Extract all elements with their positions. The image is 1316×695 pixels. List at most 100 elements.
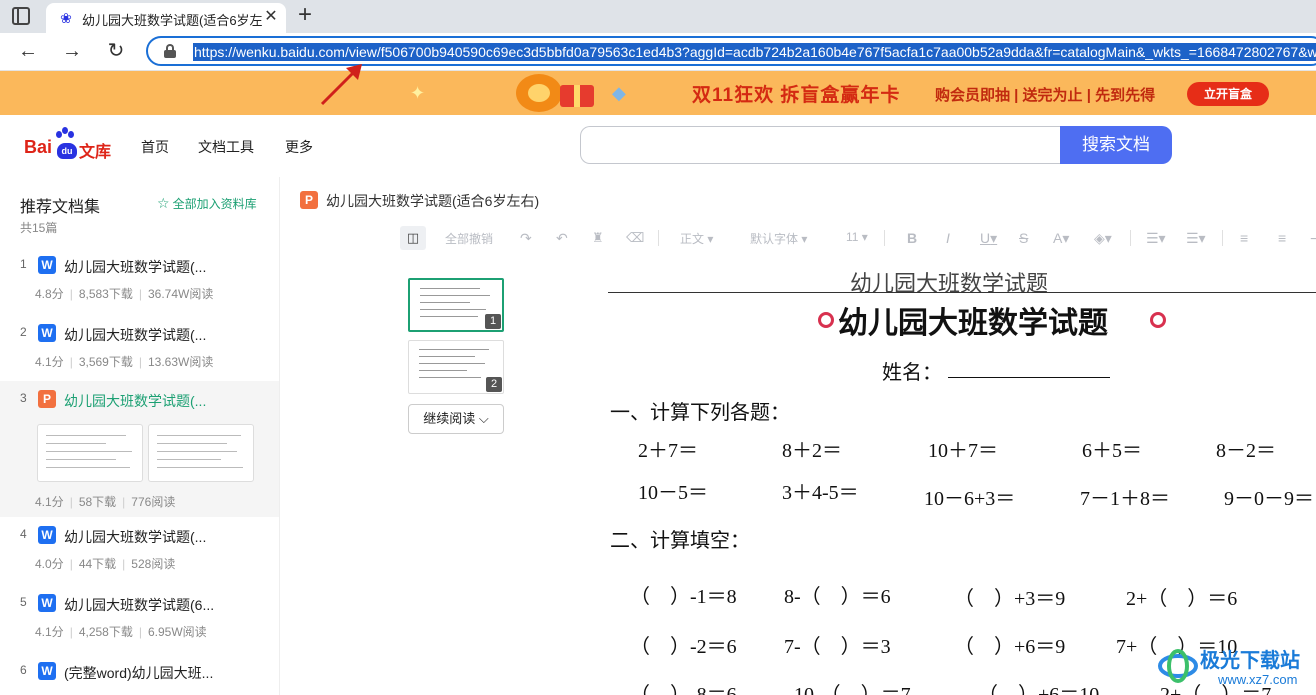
item-index: 6	[20, 663, 27, 677]
item-title[interactable]: 幼儿园大班数学试题(...	[64, 257, 206, 277]
font-size-label: 11	[846, 230, 859, 244]
line-spacing-icon[interactable]: ☰▾	[1186, 230, 1206, 247]
back-button[interactable]: ←	[16, 39, 40, 63]
page-number: 2	[486, 377, 502, 392]
baidu-wenku-logo[interactable]: Bai du 文库	[24, 127, 114, 167]
item-title[interactable]: 幼儿园大班数学试题(...	[64, 391, 206, 411]
redo-icon[interactable]: ↷	[520, 230, 532, 247]
toolbar-divider	[884, 230, 885, 246]
equation: 6＋5＝	[1082, 440, 1142, 462]
layout-toggle-icon[interactable]: ◫	[400, 226, 426, 250]
continue-reading-label: 继续阅读	[423, 411, 476, 426]
page-thumbnail[interactable]	[37, 424, 143, 482]
fill-blank: （ ）-8＝6	[630, 684, 737, 695]
browser-tab[interactable]: ❀ 幼儿园大班数学试题(适合6岁左右 ✕	[46, 3, 286, 33]
list-item[interactable]: 1 W 幼儿园大班数学试题(... 4.8分 | 8,583下载 | 36.74W阅读	[0, 247, 279, 315]
item-title[interactable]: (完整word)幼儿园大班...	[64, 663, 213, 683]
item-title[interactable]: 幼儿园大班数学试题(...	[64, 527, 206, 547]
item-score: 4.1分	[35, 625, 64, 639]
open-blind-box-button[interactable]: 立开盲盒	[1187, 82, 1269, 106]
equation: 10－5＝	[638, 482, 708, 504]
item-downloads: 4,258下载	[78, 625, 133, 639]
fill-blank: （ ）-2＝6	[630, 636, 737, 658]
item-title[interactable]: 幼儿园大班数学试题(...	[64, 325, 206, 345]
font-color-button[interactable]: A▾	[1053, 230, 1069, 247]
item-score: 4.1分	[35, 495, 64, 509]
section-heading-1: 一、计算下列各题：	[610, 402, 790, 424]
name-label: 姓名：	[882, 362, 942, 384]
bullet-list-icon[interactable]: ≡	[1278, 230, 1286, 246]
equation: 8－2＝	[1216, 440, 1276, 462]
fill-blank: 7-（ ）＝3	[784, 636, 891, 658]
format-painter-icon[interactable]: ♜	[592, 230, 604, 246]
recommended-docs-sidebar: 推荐文档集 共15篇 ☆ 全部加入资料库 1 W 幼儿园大班数学试题(... 4.…	[0, 177, 280, 695]
item-reads: 36.74W阅读	[147, 287, 214, 301]
word-doc-icon: W	[38, 256, 56, 274]
close-tab-icon[interactable]: ✕	[262, 8, 280, 26]
page-thumbnail-1[interactable]: 1	[408, 278, 504, 332]
continue-reading-button[interactable]: 继续阅读 ⌵	[408, 404, 504, 434]
page-thumbnail[interactable]	[148, 424, 254, 482]
add-all-label: 全部加入资料库	[172, 197, 257, 211]
list-item[interactable]: 5 W 幼儿园大班数学试题(6... 4.1分 | 4,258下载 | 6.95W阅读	[0, 585, 279, 653]
paragraph-style-select[interactable]: 正文 ▾	[680, 230, 713, 247]
list-item-active[interactable]: 3 P 幼儿园大班数学试题(... 4.1分 | 58下载 | 776阅读	[0, 381, 279, 517]
italic-button[interactable]: I	[946, 230, 950, 246]
undo-icon[interactable]: ↶	[556, 230, 568, 247]
nav-more[interactable]: 更多	[285, 137, 313, 157]
undo-all-button[interactable]: 全部撤销	[445, 230, 493, 247]
promo-banner[interactable]: ✦ ◆ 双11狂欢 拆盲盒赢年卡 购会员即抽 | 送完为止 | 先到先得 立开盲…	[0, 71, 1316, 115]
tab-title: 幼儿园大班数学试题(适合6岁左右	[82, 13, 262, 28]
item-meta: 4.1分 | 4,258下载 | 6.95W阅读	[35, 625, 207, 639]
fill-blank: （ ）+3＝9	[954, 588, 1066, 610]
banner-title: 双11狂欢 拆盲盒赢年卡	[692, 85, 901, 106]
paragraph-style-label: 正文	[680, 232, 705, 246]
list-item[interactable]: 2 W 幼儿园大班数学试题(... 4.1分 | 3,569下载 | 13.63W阅读	[0, 315, 279, 381]
word-doc-icon: W	[38, 324, 56, 342]
highlight-icon[interactable]: ◈▾	[1094, 230, 1112, 247]
reload-button[interactable]: ↻	[104, 39, 128, 63]
new-tab-button[interactable]: +	[294, 3, 316, 27]
font-family-select[interactable]: 默认字体 ▾	[750, 230, 807, 247]
lock-icon[interactable]	[164, 44, 176, 58]
nav-doc-tools[interactable]: 文档工具	[198, 137, 254, 157]
bold-button[interactable]: B	[907, 230, 917, 246]
item-meta: 4.8分 | 8,583下载 | 36.74W阅读	[35, 287, 214, 301]
forward-button[interactable]: →	[60, 39, 84, 63]
red-arrow-annotation-icon	[320, 64, 362, 106]
item-title[interactable]: 幼儿园大班数学试题(6...	[64, 595, 214, 615]
browser-tab-bar: ❀ 幼儿园大班数学试题(适合6岁左右 ✕ +	[0, 0, 1316, 33]
equation: 10＋7＝	[928, 440, 998, 462]
sparkle-icon: ◆	[612, 83, 626, 103]
url-text[interactable]: https://wenku.baidu.com/view/f506700b940…	[193, 43, 1316, 61]
sidebar-title: 推荐文档集	[20, 199, 101, 216]
page-number: 1	[485, 314, 501, 329]
strikethrough-button[interactable]: S	[1019, 230, 1028, 246]
ordered-list-icon[interactable]: ≡	[1240, 230, 1248, 246]
align-icon[interactable]: ☰▾	[1146, 230, 1166, 247]
add-all-to-library-button[interactable]: ☆ 全部加入资料库	[157, 195, 257, 212]
fill-blank: 2+（ ）＝6	[1126, 588, 1238, 610]
document-title: 幼儿园大班数学试题(适合6岁左右)	[326, 193, 540, 209]
item-meta: 4.0分 | 44下载 | 528阅读	[35, 557, 176, 571]
font-size-select[interactable]: 11 ▾	[846, 230, 868, 244]
list-item[interactable]: 4 W 幼儿园大班数学试题(... 4.0分 | 44下载 | 528阅读	[0, 517, 279, 585]
equation: 2＋7＝	[638, 440, 698, 462]
item-downloads: 3,569下载	[78, 355, 133, 369]
tab-actions-icon[interactable]	[12, 7, 30, 25]
swirl-ornament-icon	[1150, 312, 1166, 328]
nav-home[interactable]: 首页	[141, 137, 169, 157]
list-item[interactable]: 6 W (完整word)幼儿园大班...	[0, 653, 279, 695]
indent-icon[interactable]: ⇥	[1310, 230, 1316, 247]
baidu-paw-icon: ❀	[60, 10, 72, 26]
eraser-icon[interactable]: ⌫	[626, 230, 644, 246]
page-thumbnail-2[interactable]: 2	[408, 340, 504, 394]
underline-button[interactable]: U▾	[980, 230, 997, 247]
logo-wenku-text: 文库	[79, 144, 112, 161]
search-button[interactable]: 搜索文档	[1060, 126, 1172, 164]
font-color-label: A	[1053, 230, 1063, 246]
equation: 7－1＋8＝	[1080, 488, 1170, 510]
page-top-title-partial: 幼儿园大班数学试题	[850, 271, 1049, 296]
toolbar-divider	[658, 230, 659, 246]
search-input[interactable]	[580, 126, 1062, 164]
